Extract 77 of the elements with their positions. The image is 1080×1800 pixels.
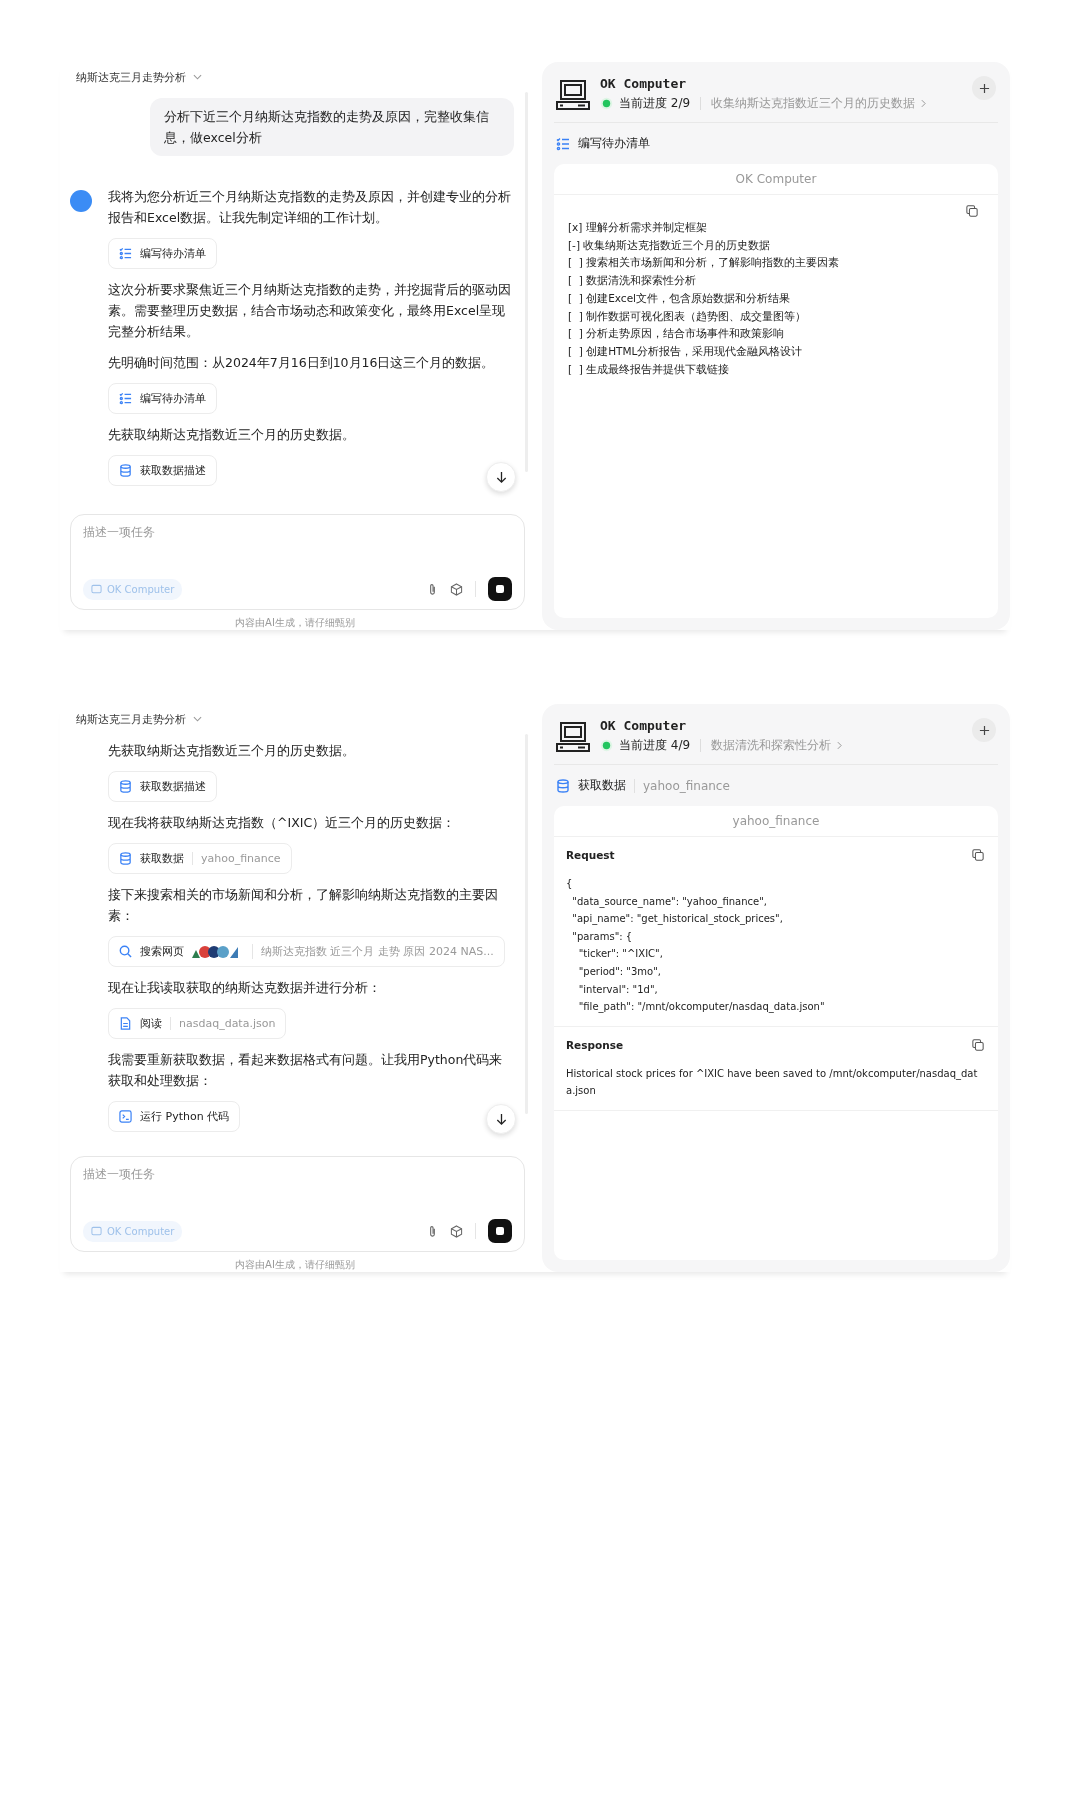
add-button[interactable] [972, 76, 996, 100]
todo-item: [ ] 数据清洗和探索性分析 [568, 273, 698, 289]
assistant-message: 这次分析要求聚焦近三个月纳斯达克指数的走势，并挖掘背后的驱动因素。需要整理历史数据，结合市场动态和政策变化，最终用Excel呈现完整分析结果。 [107, 281, 512, 341]
disclaimer-text: 内容由AI生成，请仔细甄别 [234, 616, 356, 630]
computer-icon [556, 79, 590, 111]
monitor-icon [91, 1225, 102, 1237]
plus-icon[interactable] [978, 724, 990, 736]
tool-call-chip[interactable]: 获取数据 yahoo_finance [108, 843, 292, 874]
tool-call-chip[interactable]: 编写待办清单 [108, 238, 217, 269]
paperclip-icon[interactable] [427, 582, 438, 596]
assistant-message: 我需要重新获取数据，看起来数据格式有问题。让我用Python代码来获取和处理数据： [107, 1051, 504, 1090]
tool-call-chip[interactable]: 获取数据描述 [108, 771, 217, 802]
progress-text: 当前进度 4/9 [619, 737, 691, 754]
copy-icon[interactable] [966, 205, 978, 217]
assistant-message: 先获取纳斯达克指数近三个月的历史数据。 [107, 426, 356, 444]
section-body: Historical stock prices for ^IXIC have been saved to /mnt/okcomputer/nasdaq_data.json [566, 1066, 979, 1099]
checklist-icon [119, 247, 132, 260]
arrow-down-icon[interactable] [494, 1112, 508, 1126]
card-title: OK Computer [554, 164, 998, 195]
assistant-avatar [70, 190, 92, 212]
assistant-message: 现在我将获取纳斯达克指数（^IXIC）近三个月的历史数据： [107, 814, 457, 832]
status-dot-icon [600, 739, 613, 752]
todo-item: [-] 收集纳斯达克指数近三个月的历史数据 [568, 237, 772, 253]
user-message: 分析下近三个月纳斯达克指数的走势及原因，完整收集信息，做excel分析 [150, 98, 514, 156]
stop-button[interactable] [488, 1219, 512, 1243]
computer-icon [556, 721, 590, 753]
plus-icon[interactable] [978, 82, 990, 94]
document-icon [119, 1017, 132, 1030]
todo-item: [ ] 制作数据可视化图表（趋势图、成交量图等） [568, 308, 808, 324]
todo-item: [ ] 分析走势原因，结合市场事件和政策影响 [568, 326, 786, 342]
copy-icon[interactable] [972, 1038, 984, 1051]
assistant-message: 接下来搜索相关的市场新闻和分析，了解影响纳斯达克指数的主要因素： [107, 886, 499, 925]
tool-call-chip[interactable]: 阅读 nasdaq_data.json [108, 1008, 287, 1039]
tool-call-chip[interactable]: 运行 Python 代码 [108, 1101, 241, 1132]
stop-button[interactable] [488, 577, 512, 601]
tool-name: 获取数据 [578, 777, 626, 794]
assistant-message: 我将为您分析近三个月纳斯达克指数的走势及原因，并创建专业的分析报告和Excel数据。让我先制定详细的工作计划。 [108, 188, 512, 227]
disclaimer-text: 内容由AI生成，请仔细甄别 [234, 1258, 356, 1272]
copy-icon[interactable] [972, 849, 984, 861]
assistant-message: 先明确时间范围：从2024年7月16日到10月16日这三个月的数据。 [107, 354, 496, 372]
cube-icon[interactable] [450, 1224, 463, 1238]
tool-call-chip[interactable]: 编写待办清单 [108, 383, 217, 414]
todo-item: [x] 理解分析需求并制定框架 [568, 220, 708, 235]
assistant-message: 先获取纳斯达克指数近三个月的历史数据。 [107, 742, 356, 760]
assistant-message: 现在让我读取获取的纳斯达克数据并进行分析： [107, 979, 382, 997]
todo-item: [ ] 搜索相关市场新闻和分析，了解影响指数的主要因素 [568, 255, 841, 271]
progress-text: 当前进度 2/9 [619, 95, 691, 112]
terminal-icon [119, 1110, 132, 1123]
scroll-down-button[interactable] [486, 1104, 516, 1134]
tool-call-chip[interactable]: 获取数据描述 [108, 455, 217, 486]
tool-name: 编写待办清单 [578, 135, 650, 152]
panel-title: OK Computer [600, 718, 688, 733]
section-title: Response [566, 1038, 624, 1051]
database-icon [119, 852, 132, 865]
conversation-title[interactable]: 纳斯达克三月走势分析 [76, 69, 186, 85]
database-icon [556, 778, 570, 793]
card-title: yahoo_finance [554, 806, 998, 837]
database-icon [119, 464, 132, 477]
search-icon [119, 945, 132, 958]
todo-item: [ ] 创建HTML分析报告，采用现代金融风格设计 [568, 343, 804, 359]
checklist-icon [119, 392, 132, 405]
todo-item: [ ] 生成最终报告并提供下载链接 [568, 361, 731, 377]
monitor-icon [91, 583, 102, 595]
database-icon [119, 780, 132, 793]
conversation-title[interactable]: 纳斯达克三月走势分析 [76, 711, 186, 727]
paperclip-icon[interactable] [427, 1224, 438, 1238]
tool-source: yahoo_finance [634, 778, 730, 793]
scroll-down-button[interactable] [486, 462, 516, 492]
panel-title: OK Computer [600, 76, 688, 91]
todo-item: [ ] 创建Excel文件，包含原始数据和分析结果 [568, 290, 792, 306]
checklist-icon [556, 136, 570, 151]
cube-icon[interactable] [450, 582, 463, 596]
status-dot-icon [600, 97, 613, 110]
add-button[interactable] [972, 718, 996, 742]
section-body: { "data_source_name": "yahoo_finance", "api_name": "get_historical_stock_prices", "params": { "ticker": "^IXIC", "period": "3mo", "interval": "1d", "file_path": "/mnt/okcomputer/nasdaq_data.json" [566, 877, 826, 1015]
section-title: Request [566, 849, 615, 861]
arrow-down-icon[interactable] [494, 470, 508, 484]
